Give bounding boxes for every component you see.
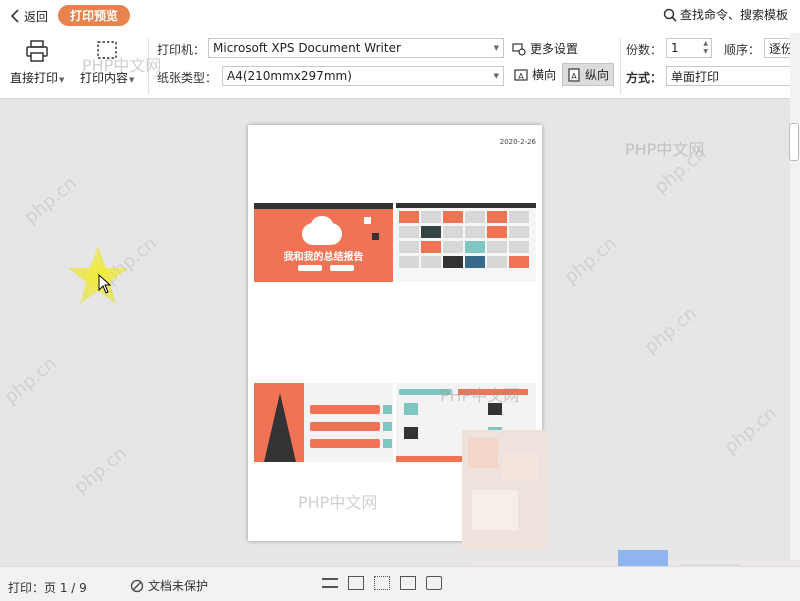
slide-button [298,265,322,271]
color-strip [458,389,528,395]
road-graphic [264,393,296,462]
pointer-icon [98,273,112,294]
more-settings-label: 更多设置 [530,42,579,56]
printer-icon [26,40,48,62]
paper-value: A4(210mmx297mm) [227,69,352,83]
watermark: php.cn [650,142,711,199]
slide-header-bar [396,203,536,208]
slide-thumbnail-3 [254,383,393,462]
back-label: 返回 [24,9,49,24]
print-content-label: 打印内容 [80,71,129,85]
divider [148,38,149,94]
mode-label: 方式： [626,71,663,85]
list-row [310,422,392,431]
landscape-label: 横向 [532,68,557,82]
page-info: 打印：页 1 / 9 [8,581,87,595]
search-icon [663,8,677,22]
preview-page: 2020-2-26 我和我的总结报告 [248,125,542,541]
slide-header-bar [254,203,393,209]
watermark: php.cn [20,172,81,229]
book-view-icon[interactable] [400,576,416,590]
single-page-icon[interactable] [348,576,364,590]
more-settings-button[interactable]: 更多设置 [512,40,578,57]
mouse-cursor [98,273,112,297]
watermark: php.cn [720,402,781,459]
tile-icon [488,403,502,415]
order-label: 顺序： [724,43,761,57]
slide-thumbnail-2 [396,203,536,282]
svg-text:A: A [571,72,577,81]
watermark: php.cn [70,442,131,499]
copies-stepper[interactable]: 1 ▲ ▼ [666,38,712,58]
tile-icon [404,403,418,415]
color-strip [399,389,451,395]
grid-view-icon[interactable] [374,576,390,590]
menu-lines-icon[interactable] [322,578,338,588]
protection-status[interactable]: 文档未保护 [130,577,208,594]
selection-icon [97,41,117,59]
cloud-shape [302,223,342,245]
shield-icon [130,579,144,592]
printer-label: 打印机： [157,43,206,57]
print-content-button[interactable]: 打印内容▼ [80,40,134,86]
paper-select[interactable]: A4(210mmx297mm) ▼ [222,66,504,86]
deco-square [372,233,379,240]
title-bar: 返回 打印预览 查找命令、搜索模板 [0,0,800,33]
scrollbar-thumb[interactable] [789,123,799,161]
thumbnail-grid [399,211,535,268]
slide-button [330,265,354,271]
direct-print-button[interactable]: 直接打印▼ [10,40,64,86]
chevron-down-icon: ▼ [493,72,499,80]
print-preview-badge: 打印预览 [58,5,130,26]
portrait-label: 纵向 [585,68,610,82]
printer-select[interactable]: Microsoft XPS Document Writer ▼ [208,38,504,58]
slide-thumbnail-1: 我和我的总结报告 [254,203,393,282]
watermark: php.cn [560,232,621,289]
stepper-arrows-icon: ▲ ▼ [703,40,708,55]
command-search[interactable]: 查找命令、搜索模板 [663,6,788,23]
status-bar: 打印：页 1 / 9 文档未保护 [0,566,800,601]
landscape-icon: A [514,68,528,81]
back-button[interactable]: 返回 [10,6,48,26]
svg-text:A: A [518,72,524,81]
divider [620,38,621,94]
watermark: php.cn [640,302,701,359]
watermark: php.cn [0,352,61,409]
watermark: PHP中文网 [625,140,705,159]
list-row [310,405,392,414]
vertical-scrollbar[interactable] [789,33,800,565]
tile-icon [488,427,502,439]
mode-value: 单面打印 [671,69,720,84]
copies-value: 1 [671,41,679,55]
printer-value: Microsoft XPS Document Writer [213,41,401,55]
paper-label: 纸张类型： [157,71,218,85]
page-date: 2020-2-26 [499,138,536,146]
copies-label: 份数： [626,43,663,57]
view-controls [322,576,442,590]
portrait-button[interactable]: A 纵向 [562,63,615,86]
chevron-left-icon [10,9,19,23]
portrait-icon: A [568,67,580,82]
chevron-down-icon: ▼ [493,44,499,52]
settings-icon [512,42,526,56]
slide-thumbnail-4 [396,383,536,462]
search-label: 查找命令、搜索模板 [679,8,788,22]
slide-footer-bar [396,456,536,462]
list-row [310,439,392,448]
deco-square [364,217,371,224]
mode-select[interactable]: 单面打印 [666,66,800,86]
protection-label: 文档未保护 [148,579,209,593]
landscape-button[interactable]: A 横向 [510,64,560,85]
export-icon[interactable] [426,576,442,590]
slide-title: 我和我的总结报告 [283,252,364,263]
direct-print-label: 直接打印 [10,71,59,85]
tile-icon [404,427,418,439]
